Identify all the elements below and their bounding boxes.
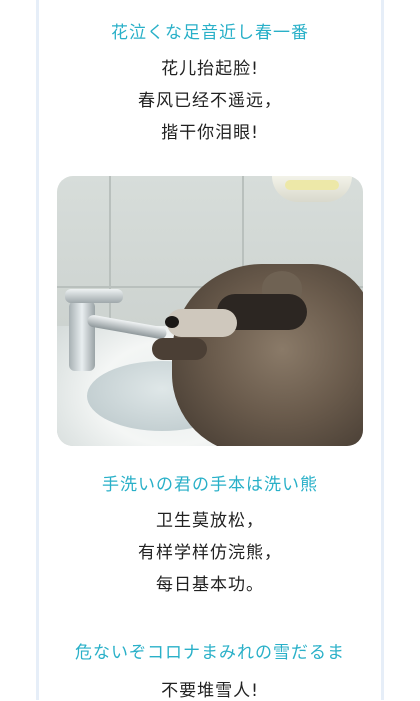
verse3-chinese-line1: 不要堆雪人! <box>161 681 259 701</box>
raccoon-paws <box>152 338 207 360</box>
verse1-chinese-line1: 花儿抬起脸! <box>161 59 259 79</box>
verse1-japanese: 花泣くな足音近し春一番 <box>111 23 309 43</box>
raccoon-washing-hands-photo <box>57 176 363 446</box>
faucet-lever <box>65 289 123 303</box>
faucet-body <box>69 301 95 371</box>
verse2-chinese-line2: 有样学样仿浣熊， <box>138 543 282 563</box>
page-frame-left <box>36 0 39 700</box>
verse2-japanese: 手洗いの君の手本は洗い熊 <box>102 475 318 495</box>
page-frame-right <box>381 0 384 700</box>
poem-container: 花泣くな足音近し春一番 花儿抬起脸! 春风已经不遥远， 揩干你泪眼! 手洗いの君… <box>40 0 380 701</box>
verse2-chinese-line3: 每日基本功。 <box>156 575 264 595</box>
verse3-japanese: 危ないぞコロナまみれの雪だるま <box>75 643 345 663</box>
verse1-chinese-line2: 春风已经不遥远， <box>138 91 282 111</box>
verse1-chinese-line3: 揩干你泪眼! <box>161 123 259 143</box>
soap-bar <box>285 180 339 190</box>
raccoon-nose <box>165 316 179 328</box>
verse2-chinese-line1: 卫生莫放松， <box>156 511 264 531</box>
